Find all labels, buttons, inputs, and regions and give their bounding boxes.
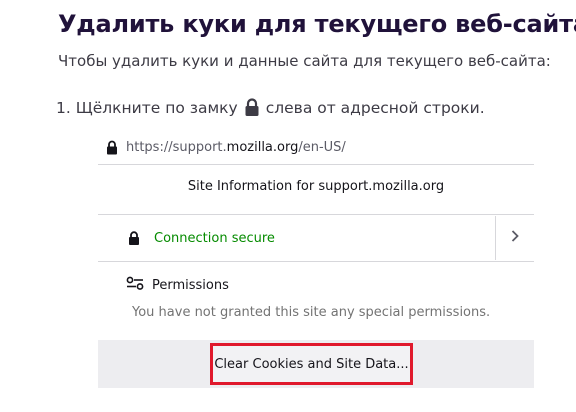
permissions-note: You have not granted this site any speci…	[132, 305, 491, 320]
lock-icon	[128, 231, 140, 245]
permissions-header: Permissions	[126, 276, 229, 294]
url-prefix: https://support.	[126, 139, 227, 155]
lock-icon	[244, 98, 260, 117]
panel-footer: Clear Cookies and Site Data...	[98, 340, 534, 388]
step-1: 1. Щёлкните по замку слева от адресной с…	[56, 98, 485, 117]
step-number: 1.	[56, 98, 71, 117]
lock-icon[interactable]	[106, 140, 118, 155]
panel-title: Site Information for support.mozilla.org	[187, 179, 445, 194]
connection-secure-label: Connection secure	[154, 230, 275, 246]
address-bar[interactable]: https://support. mozilla.org/en-US/	[98, 130, 534, 164]
step-text-before: Щёлкните по замку	[75, 98, 238, 117]
chevron-right-icon	[510, 229, 520, 247]
connection-details-button[interactable]	[495, 216, 534, 260]
divider	[98, 261, 534, 262]
article-intro: Чтобы удалить куки и данные сайта для те…	[58, 52, 551, 70]
divider	[98, 164, 534, 165]
connection-secure-row[interactable]: Connection secure	[98, 216, 534, 260]
article-title: Удалить куки для текущего веб-сайта	[58, 10, 576, 38]
divider	[98, 214, 534, 215]
permissions-label: Permissions	[152, 277, 229, 293]
permissions-icon	[126, 276, 152, 294]
url-suffix: /en-US/	[298, 139, 346, 155]
url-domain: mozilla.org	[226, 139, 299, 155]
permissions-section: Permissions You have not granted this si…	[98, 270, 534, 330]
step-text-after: слева от адресной строки.	[265, 98, 485, 117]
site-information-screenshot: https://support. mozilla.org/en-US/ Site …	[98, 130, 534, 390]
clear-cookies-button[interactable]: Clear Cookies and Site Data...	[210, 343, 413, 385]
